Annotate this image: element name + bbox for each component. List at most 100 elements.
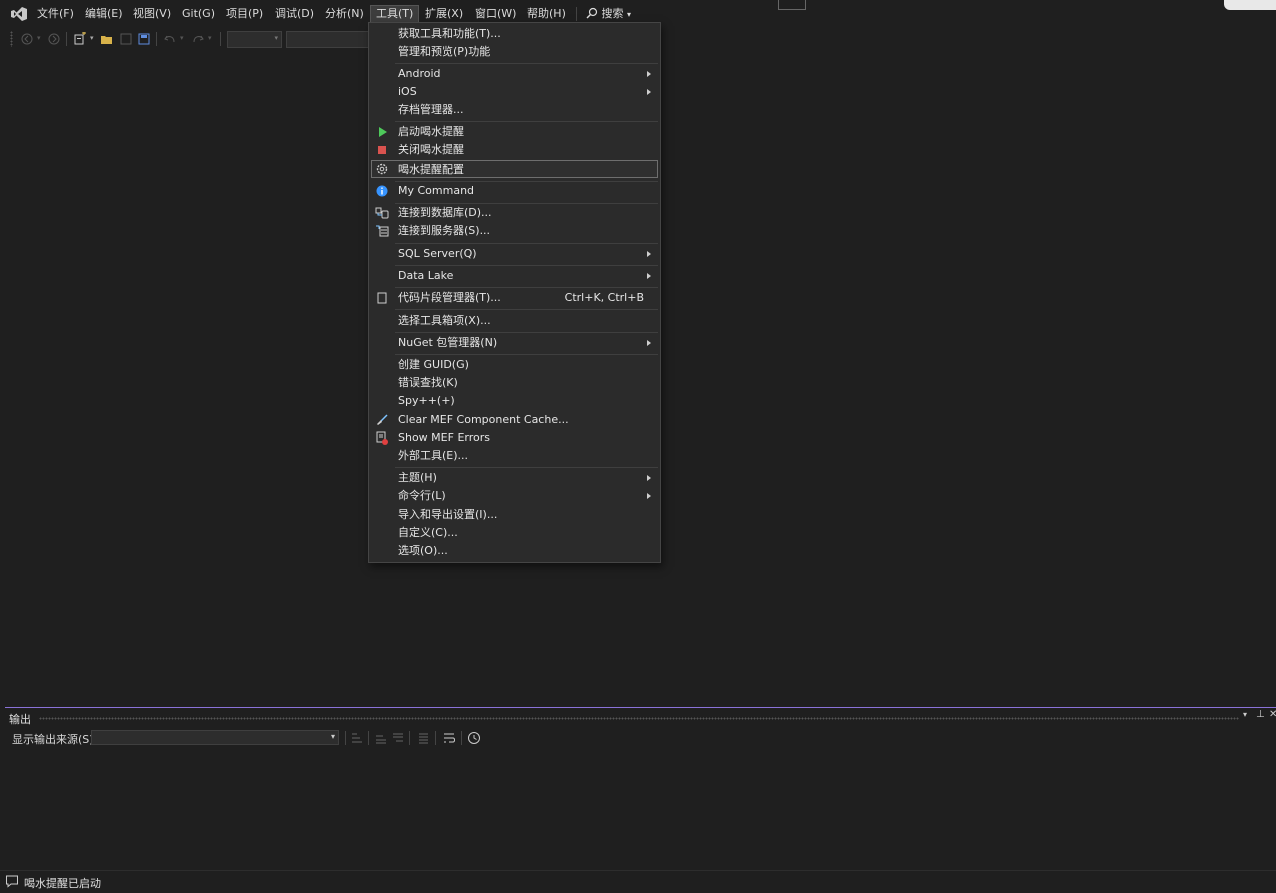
- output-panel-title[interactable]: 输出: [9, 711, 31, 727]
- menu-item-ios[interactable]: iOS: [371, 83, 658, 101]
- menu-item-snippet-manager[interactable]: 代码片段管理器(T)... Ctrl+K, Ctrl+B: [371, 289, 658, 307]
- menu-separator: [395, 121, 658, 122]
- window-controls[interactable]: [1224, 0, 1276, 10]
- menu-item-import-export-settings[interactable]: 导入和导出设置(I)...: [371, 506, 658, 524]
- menu-item-archive-manager[interactable]: 存档管理器...: [371, 101, 658, 119]
- toolbar-divider: [368, 731, 369, 745]
- clear-all-icon[interactable]: [416, 731, 430, 745]
- menu-item-data-lake[interactable]: Data Lake: [371, 267, 658, 285]
- gear-icon: [376, 163, 388, 175]
- submenu-arrow-icon: [647, 71, 651, 77]
- chevron-down-icon[interactable]: ▾: [90, 34, 94, 42]
- toolbar-divider: [435, 731, 436, 745]
- menu-window[interactable]: 窗口(W): [470, 6, 521, 22]
- save-icon[interactable]: [119, 32, 133, 46]
- output-text-area[interactable]: [7, 748, 1273, 864]
- menu-item-theme[interactable]: 主题(H): [371, 469, 658, 487]
- search-box[interactable]: 搜索 ▾: [586, 6, 631, 22]
- menu-separator: [395, 467, 658, 468]
- menu-debug[interactable]: 调试(D): [270, 6, 319, 22]
- go-to-previous-message-icon[interactable]: [374, 731, 388, 745]
- visual-studio-logo-icon[interactable]: [10, 6, 28, 22]
- search-label: 搜索: [601, 7, 624, 20]
- menu-item-water-reminder-config[interactable]: 喝水提醒配置: [371, 160, 658, 178]
- menu-item-my-command[interactable]: My Command: [371, 182, 658, 200]
- toolbar-divider: [220, 32, 221, 46]
- output-panel: 输出 ▾ ⊥ ✕ 显示输出来源(S): ▾: [5, 707, 1276, 866]
- new-project-icon[interactable]: [73, 32, 87, 46]
- toolbar-grip[interactable]: [10, 31, 13, 47]
- menu-item-choose-toolbox-items[interactable]: 选择工具箱项(X)...: [371, 312, 658, 330]
- panel-title-grip[interactable]: [39, 717, 1239, 720]
- menu-separator: [395, 63, 658, 64]
- error-list-icon: [376, 431, 388, 445]
- menu-view[interactable]: 视图(V): [128, 6, 176, 22]
- open-folder-icon[interactable]: [100, 32, 114, 46]
- chevron-down-icon: ▾: [274, 34, 278, 42]
- toolbar-divider: [156, 32, 157, 46]
- toolbar-divider: [461, 731, 462, 745]
- menu-separator: [395, 309, 658, 310]
- play-icon: [379, 127, 387, 137]
- menu-item-create-guid[interactable]: 创建 GUID(G): [371, 356, 658, 374]
- chevron-down-icon: ▾: [627, 10, 632, 19]
- toggle-word-wrap-icon[interactable]: [442, 731, 456, 745]
- menu-item-command-line[interactable]: 命令行(L): [371, 487, 658, 505]
- menu-item-external-tools[interactable]: 外部工具(E)...: [371, 447, 658, 465]
- menu-item-get-tools[interactable]: 获取工具和功能(T)...: [371, 25, 658, 43]
- menu-item-spy[interactable]: Spy++(+): [371, 392, 658, 410]
- menu-item-clear-mef-cache[interactable]: Clear MEF Component Cache...: [371, 411, 658, 429]
- menu-project[interactable]: 项目(P): [221, 6, 268, 22]
- menu-separator: [395, 265, 658, 266]
- menu-analyze[interactable]: 分析(N): [320, 6, 369, 22]
- search-icon: [586, 7, 598, 19]
- output-source-label: 显示输出来源(S):: [12, 733, 98, 746]
- chevron-down-icon[interactable]: ▾: [37, 34, 41, 42]
- clock-icon[interactable]: [467, 731, 481, 745]
- status-text: 喝水提醒已启动: [24, 877, 101, 890]
- platform-combo[interactable]: [286, 31, 370, 48]
- menu-git[interactable]: Git(G): [177, 6, 220, 22]
- go-to-next-message-icon[interactable]: [391, 731, 405, 745]
- info-icon: [376, 185, 388, 197]
- submenu-arrow-icon: [647, 273, 651, 279]
- redo-icon[interactable]: [191, 32, 205, 46]
- menu-file[interactable]: 文件(F): [32, 6, 79, 22]
- submenu-arrow-icon: [647, 493, 651, 499]
- output-source-select[interactable]: ▾: [91, 730, 339, 745]
- panel-options-dropdown-icon[interactable]: ▾: [1243, 710, 1247, 719]
- menu-item-start-water-reminder[interactable]: 启动喝水提醒: [371, 123, 658, 141]
- toolbar-divider: [409, 731, 410, 745]
- menu-item-android[interactable]: Android: [371, 65, 658, 83]
- menu-edit[interactable]: 编辑(E): [80, 6, 128, 22]
- navigate-forward-icon[interactable]: [47, 32, 61, 46]
- menu-item-connect-database[interactable]: 连接到数据库(D)...: [371, 204, 658, 222]
- menu-item-error-lookup[interactable]: 错误查找(K): [371, 374, 658, 392]
- menu-item-nuget[interactable]: NuGet 包管理器(N): [371, 334, 658, 352]
- menu-item-sql-server[interactable]: SQL Server(Q): [371, 245, 658, 263]
- undo-icon[interactable]: [163, 32, 177, 46]
- solution-config-combo[interactable]: ▾: [227, 31, 282, 48]
- broom-icon: [377, 414, 388, 425]
- find-message-icon[interactable]: [350, 731, 364, 745]
- chevron-down-icon[interactable]: ▾: [180, 34, 184, 42]
- menu-item-show-mef-errors[interactable]: Show MEF Errors: [371, 429, 658, 447]
- menu-extensions[interactable]: 扩展(X): [420, 6, 468, 22]
- save-all-icon[interactable]: [137, 32, 151, 46]
- navigate-back-icon[interactable]: [20, 32, 34, 46]
- menu-help[interactable]: 帮助(H): [522, 6, 571, 22]
- submenu-arrow-icon: [647, 89, 651, 95]
- notification-icon[interactable]: [5, 874, 19, 888]
- chevron-down-icon[interactable]: ▾: [208, 34, 212, 42]
- status-bar: 喝水提醒已启动: [0, 870, 1276, 893]
- title-bar-grip[interactable]: [778, 0, 806, 10]
- menu-item-options[interactable]: 选项(O)...: [371, 542, 658, 560]
- close-icon[interactable]: ✕: [1269, 709, 1276, 720]
- menu-item-manage-preview[interactable]: 管理和预览(P)功能: [371, 43, 658, 61]
- menu-item-connect-server[interactable]: 连接到服务器(S)...: [371, 222, 658, 240]
- pin-icon[interactable]: ⊥: [1256, 709, 1265, 720]
- menu-separator: [395, 332, 658, 333]
- menu-item-stop-water-reminder[interactable]: 关闭喝水提醒: [371, 141, 658, 159]
- menu-tools[interactable]: 工具(T): [370, 5, 420, 22]
- menu-item-customize[interactable]: 自定义(C)...: [371, 524, 658, 542]
